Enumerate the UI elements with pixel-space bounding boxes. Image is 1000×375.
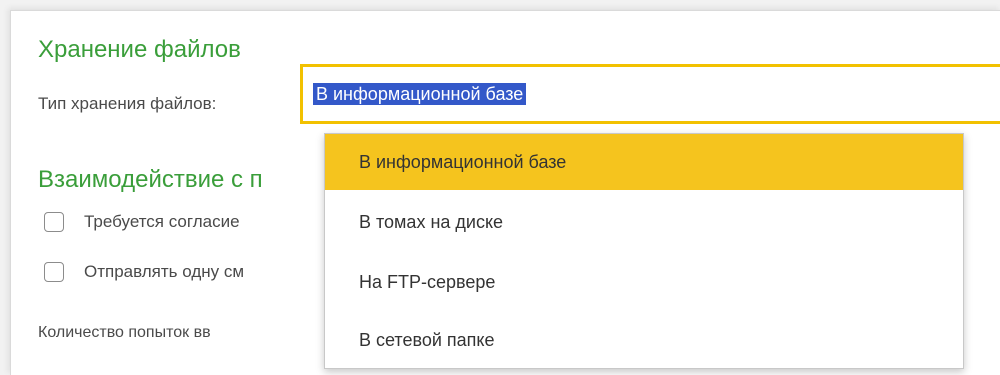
send-one-checkbox[interactable] <box>44 262 64 282</box>
interaction-section-title: Взаимодействие с п <box>38 166 263 193</box>
send-one-checkbox-label[interactable]: Отправлять одну см <box>84 262 244 282</box>
dropdown-option-label: На FTP-сервере <box>359 271 496 292</box>
storage-section-title: Хранение файлов <box>38 36 241 63</box>
dropdown-option-network-folder[interactable]: В сетевой папке <box>325 312 963 368</box>
attempts-label: Количество попыток вв <box>38 324 211 341</box>
consent-checkbox[interactable] <box>44 212 64 232</box>
dropdown-option-infobase[interactable]: В информационной базе <box>325 134 963 190</box>
dropdown-option-label: В томах на диске <box>359 211 504 232</box>
dropdown-option-disk-volumes[interactable]: В томах на диске <box>325 194 963 250</box>
consent-checkbox-label[interactable]: Требуется согласие <box>84 212 240 232</box>
storage-type-value[interactable]: В информационной базе <box>313 83 527 105</box>
dropdown-option-ftp-server[interactable]: На FTP-сервере <box>325 254 963 310</box>
storage-type-field[interactable]: В информационной базе <box>300 64 1000 124</box>
dropdown-option-label: В информационной базе <box>359 151 567 172</box>
storage-type-dropdown: В информационной базе В томах на диске Н… <box>324 133 964 369</box>
storage-type-label: Тип хранения файлов: <box>38 94 217 113</box>
dropdown-option-label: В сетевой папке <box>359 329 495 350</box>
